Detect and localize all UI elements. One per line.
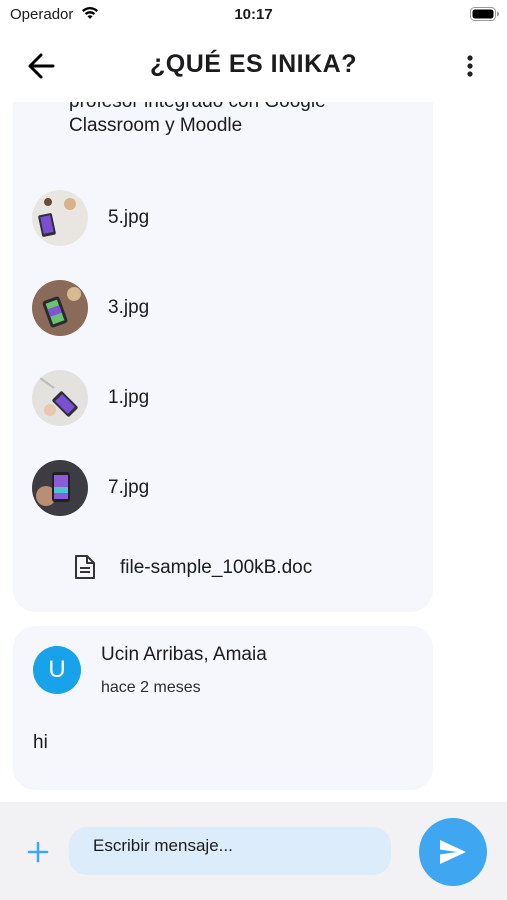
more-vertical-icon	[467, 55, 473, 77]
comment-card: U Ucin Arribas, Amaia hace 2 meses hi	[13, 626, 433, 790]
document-icon	[75, 555, 95, 579]
attachment-item[interactable]: 7.jpg	[32, 460, 412, 518]
attachment-name: 3.jpg	[108, 297, 150, 318]
post-text-line: Classroom y Moodle	[69, 115, 243, 136]
image-thumbnail	[32, 280, 88, 336]
add-attachment-button[interactable]	[24, 838, 52, 866]
attachment-item[interactable]: 3.jpg	[32, 280, 412, 338]
message-list[interactable]: profesor integrado con Google Classroom …	[0, 102, 507, 802]
status-bar: Operador 10:17	[0, 0, 507, 30]
composer-bar	[0, 802, 507, 900]
page-title: ¿QUÉ ES INIKA?	[149, 50, 357, 78]
document-attachment[interactable]: file-sample_100kB.doc	[32, 540, 412, 598]
attachment-name: 7.jpg	[108, 477, 150, 498]
attachment-item[interactable]: 5.jpg	[32, 190, 412, 248]
nav-bar: ¿QUÉ ES INIKA?	[0, 30, 507, 102]
plus-icon	[27, 841, 49, 863]
image-thumbnail	[32, 460, 88, 516]
send-button[interactable]	[419, 818, 487, 886]
document-name: file-sample_100kB.doc	[120, 557, 313, 578]
image-thumbnail	[32, 190, 88, 246]
send-icon	[440, 840, 466, 864]
avatar: U	[33, 646, 81, 694]
comment-time: hace 2 meses	[101, 679, 201, 696]
post-text: profesor integrado con Google Classroom …	[69, 102, 326, 138]
attachment-item[interactable]: 1.jpg	[32, 370, 412, 428]
message-input[interactable]	[69, 827, 391, 875]
attachment-name: 5.jpg	[108, 207, 150, 228]
battery-icon	[470, 7, 499, 21]
post-card: profesor integrado con Google Classroom …	[13, 102, 433, 612]
attachment-name: 1.jpg	[108, 387, 150, 408]
image-thumbnail	[32, 370, 88, 426]
status-time: 10:17	[234, 6, 273, 23]
more-options-button[interactable]	[458, 50, 482, 82]
comment-body: hi	[33, 732, 48, 753]
post-text-line: profesor integrado con Google	[69, 102, 326, 114]
comment-author: Ucin Arribas, Amaia	[101, 644, 267, 665]
